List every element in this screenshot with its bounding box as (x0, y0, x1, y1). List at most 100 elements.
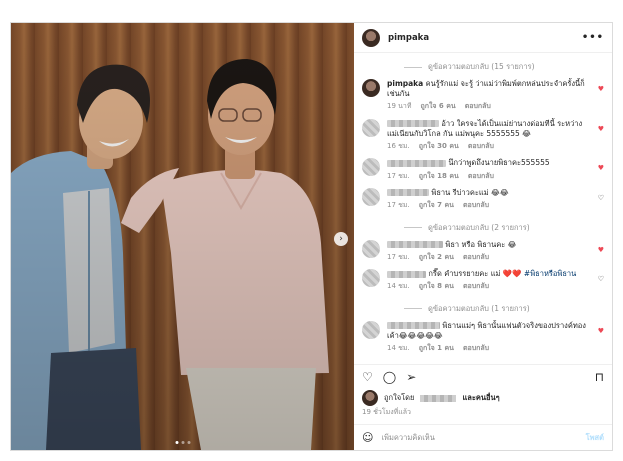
view-replies-label[interactable]: ดูข้อความตอบกลับ (15 รายการ) (428, 61, 535, 73)
comment-body: อ้าว ใครจะได้เป็นแม่ย่านางด่อมทีนี้ ระหว… (387, 119, 590, 152)
comment-reply-button[interactable]: ตอบกลับ (463, 282, 489, 291)
comment-reply-button[interactable]: ตอบกลับ (465, 102, 491, 111)
comment-time: 19 นาที (387, 102, 412, 111)
commenter-avatar[interactable] (362, 79, 380, 97)
view-replies-label[interactable]: ดูข้อความตอบกลับ (1 รายการ) (428, 303, 530, 315)
liker-avatar (362, 390, 378, 406)
instagram-post-modal: › pimpaka ••• ดูข้อความตอบกลับ (15 รายกา… (10, 22, 613, 451)
comment-time: 17 ชม. (387, 171, 410, 180)
comment-text: กรี๊ด คำบรรยายคะ แม่ ❤️❤️ (428, 269, 522, 279)
comment-meta: 14 ชม. ถูกใจ 8 คน ตอบกลับ (387, 282, 576, 291)
save-icon[interactable]: ⊓ (595, 371, 604, 383)
comment-username-hidden[interactable] (387, 159, 446, 167)
comment-time: 17 ชม. (387, 201, 410, 210)
comment-body: นึกว่าพูดถึงนายพิธาคะ555555 17 ชม. ถูกใจ 1… (387, 158, 550, 181)
comments-list[interactable]: ดูข้อความตอบกลับ (15 รายการ) pimpaka คนรู… (354, 53, 612, 364)
view-replies-link[interactable]: ดูข้อความตอบกลับ (15 รายการ) (362, 57, 604, 79)
comment-likes[interactable]: ถูกใจ 8 คน (419, 282, 454, 291)
comment-like-icon[interactable]: ♡ (598, 194, 604, 202)
emoji-icon[interactable]: ☺ (362, 431, 373, 444)
replies-divider (404, 227, 422, 228)
comment-meta: 14 ชม. ถูกใจ 1 คน ตอบกลับ (387, 344, 590, 353)
share-icon[interactable]: ➢ (406, 371, 416, 383)
post-photo[interactable]: › (11, 23, 354, 450)
post-header: pimpaka ••• (354, 23, 612, 53)
liker-username-hidden[interactable] (420, 394, 457, 402)
comment-likes[interactable]: ถูกใจ 6 คน (420, 102, 455, 111)
author-avatar[interactable] (362, 28, 380, 47)
commenter-avatar[interactable] (362, 320, 380, 339)
comment-likes[interactable]: ถูกใจ 30 คน (419, 142, 459, 151)
comment-reply-button[interactable]: ตอบกลับ (468, 142, 494, 151)
comment-username-hidden[interactable] (387, 189, 429, 197)
more-options-icon[interactable]: ••• (582, 32, 604, 43)
comment-meta: 19 นาที ถูกใจ 6 คน ตอบกลับ (387, 102, 590, 111)
comment-time: 14 ชม. (387, 282, 410, 291)
add-comment-bar: ☺ โพสต์ (354, 424, 612, 450)
comment-item: อ้าว ใครจะได้เป็นแม่ย่านางด่อมทีนี้ ระหว… (362, 118, 604, 152)
liked-by-line: ถูกใจโดย และคนอื่นๆ (354, 388, 612, 406)
comment-item: นึกว่าพูดถึงนายพิธาคะ555555 17 ชม. ถูกใจ 1… (362, 158, 604, 181)
commenter-avatar[interactable] (362, 269, 380, 288)
comment-text: พิธา หรือ พิธานคะ 😂 (445, 239, 517, 249)
comment-text: นึกว่าพูดถึงนายพิธาคะ555555 (448, 158, 550, 168)
post-comment-button[interactable]: โพสต์ (586, 432, 604, 444)
comment-meta: 17 ชม. ถูกใจ 7 คน ตอบกลับ (387, 201, 509, 210)
comment-like-icon[interactable]: ♥ (598, 85, 604, 93)
comment-item: กรี๊ด คำบรรยายคะ แม่ ❤️❤️ #พิธาหรือพิธาน… (362, 269, 604, 292)
comment-hashtag[interactable]: #พิธาหรือพิธาน (524, 269, 576, 278)
carousel-dot (181, 441, 184, 444)
carousel-dots (175, 441, 190, 444)
view-replies-link[interactable]: ดูข้อความตอบกลับ (1 รายการ) (362, 299, 604, 321)
comment-username-hidden[interactable] (387, 120, 439, 128)
comment-meta: 17 ชม. ถูกใจ 18 คน ตอบกลับ (387, 172, 550, 181)
comment-time: 16 ชม. (387, 141, 410, 150)
comment-username-hidden[interactable] (387, 322, 440, 330)
commenter-avatar[interactable] (362, 158, 380, 177)
comment-likes[interactable]: ถูกใจ 18 คน (419, 172, 459, 181)
carousel-dot (187, 441, 190, 444)
comment-text: พิธาน รีบ่าวคะแม่ 😂😂 (431, 187, 509, 197)
commenter-avatar[interactable] (362, 187, 380, 206)
comment-reply-button[interactable]: ตอบกลับ (468, 172, 494, 181)
view-replies-label[interactable]: ดูข้อความตอบกลับ (2 รายการ) (428, 222, 530, 234)
liked-by-prefix: ถูกใจโดย (384, 393, 415, 402)
commenter-avatar[interactable] (362, 239, 380, 258)
comment-icon[interactable]: ◯ (383, 371, 396, 383)
comment-reply-button[interactable]: ตอบกลับ (463, 344, 489, 353)
comment-username-hidden[interactable] (387, 241, 443, 248)
comment-like-icon[interactable]: ♥ (598, 164, 604, 172)
comment-reply-button[interactable]: ตอบกลับ (463, 253, 489, 262)
like-icon[interactable]: ♡ (362, 371, 373, 383)
comment-item: pimpaka คนรู้รักแม่ จะรู้ ว่าแม่ว่าพิมพ์… (362, 79, 604, 112)
comment-likes[interactable]: ถูกใจ 7 คน (419, 201, 454, 210)
comment-like-icon[interactable]: ♥ (598, 125, 604, 133)
post-timestamp: 19 ชั่วโมงที่แล้ว (362, 408, 411, 416)
view-replies-link[interactable]: ดูข้อความตอบกลับ (2 รายการ) (362, 218, 604, 240)
commenter-avatar[interactable] (362, 118, 380, 137)
replies-divider (404, 308, 422, 310)
photo-shade (11, 23, 354, 450)
author-username[interactable]: pimpaka (388, 33, 429, 43)
comment-meta: 16 ชม. ถูกใจ 30 คน ตอบกลับ (387, 142, 590, 151)
comment-likes[interactable]: ถูกใจ 1 คน (419, 344, 454, 353)
comment-like-icon[interactable]: ♡ (598, 275, 604, 283)
carousel-next-button[interactable]: › (334, 232, 348, 246)
comment-like-icon[interactable]: ♥ (598, 246, 604, 254)
post-side-panel: pimpaka ••• ดูข้อความตอบกลับ (15 รายการ)… (354, 23, 612, 450)
comment-username-hidden[interactable] (387, 270, 426, 278)
comment-like-icon[interactable]: ♥ (598, 327, 604, 335)
liked-by-others[interactable]: และคนอื่นๆ (462, 392, 499, 404)
comment-body: pimpaka คนรู้รักแม่ จะรู้ ว่าแม่ว่าพิมพ์… (387, 79, 590, 112)
comment-body: พิธาน รีบ่าวคะแม่ 😂😂 17 ชม. ถูกใจ 7 คน ตอบก… (387, 188, 509, 211)
comment-username[interactable]: pimpaka (387, 79, 423, 88)
comment-meta: 17 ชม. ถูกใจ 2 คน ตอบกลับ (387, 253, 516, 262)
comment-time: 14 ชม. (387, 343, 410, 352)
comment-likes[interactable]: ถูกใจ 2 คน (419, 253, 454, 262)
comment-item: พิธาน รีบ่าวคะแม่ 😂😂 17 ชม. ถูกใจ 7 คน ตอบก… (362, 187, 604, 211)
comment-reply-button[interactable]: ตอบกลับ (463, 201, 489, 210)
replies-divider (404, 66, 422, 68)
comment-item: พิธานแม่ๆ พิธานั้นแฟนตัวจริงของปรางค์ทอง… (362, 320, 604, 354)
comment-time: 17 ชม. (387, 252, 410, 261)
comment-input[interactable] (381, 433, 578, 442)
